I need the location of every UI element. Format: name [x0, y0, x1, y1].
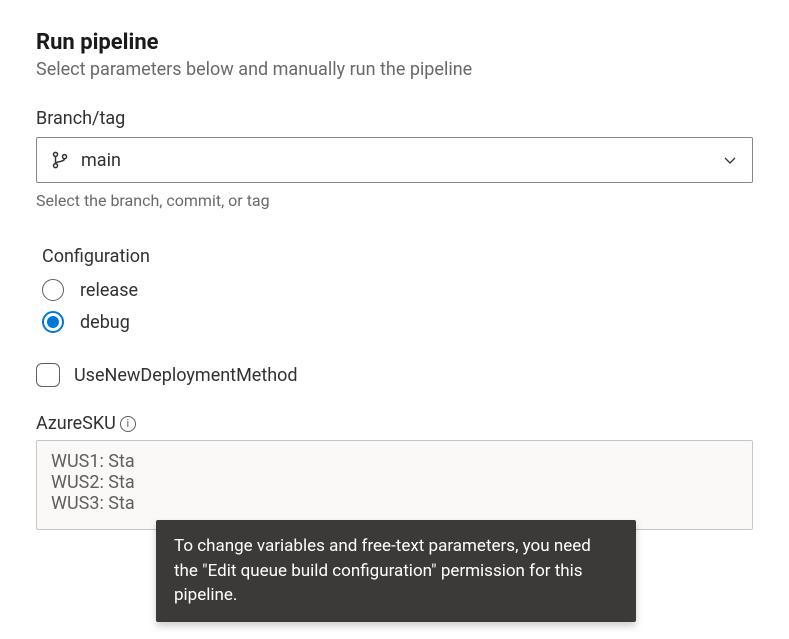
- branch-value: main: [81, 150, 710, 171]
- chevron-down-icon: [722, 152, 738, 168]
- branch-field: Branch/tag main Select the branch, commi…: [36, 108, 753, 210]
- radio-label: release: [80, 280, 138, 301]
- page-title: Run pipeline: [36, 30, 753, 55]
- radio-debug[interactable]: debug: [42, 311, 753, 333]
- radio-label: debug: [80, 312, 130, 333]
- checkbox-label: UseNewDeploymentMethod: [74, 365, 298, 386]
- radio-circle-selected-icon: [42, 311, 64, 333]
- radio-release[interactable]: release: [42, 279, 753, 301]
- azuresku-textarea[interactable]: WUS1: Sta WUS2: Sta WUS3: Sta: [36, 440, 753, 530]
- info-icon[interactable]: i: [120, 416, 136, 432]
- configuration-section: Configuration release debug: [36, 246, 753, 333]
- branch-label: Branch/tag: [36, 108, 753, 129]
- permission-tooltip: To change variables and free-text parame…: [156, 520, 636, 622]
- branch-icon: [51, 150, 69, 170]
- azuresku-field: AzureSKU i WUS1: Sta WUS2: Sta WUS3: Sta: [36, 413, 753, 530]
- page-subtitle: Select parameters below and manually run…: [36, 59, 753, 80]
- configuration-label: Configuration: [42, 246, 753, 267]
- radio-circle-icon: [42, 279, 64, 301]
- branch-helper: Select the branch, commit, or tag: [36, 191, 753, 210]
- branch-select[interactable]: main: [36, 137, 753, 183]
- configuration-radio-group: release debug: [42, 279, 753, 333]
- checkbox-icon: [36, 363, 60, 387]
- azuresku-label: AzureSKU: [36, 413, 116, 434]
- use-new-deployment-checkbox[interactable]: UseNewDeploymentMethod: [36, 363, 753, 387]
